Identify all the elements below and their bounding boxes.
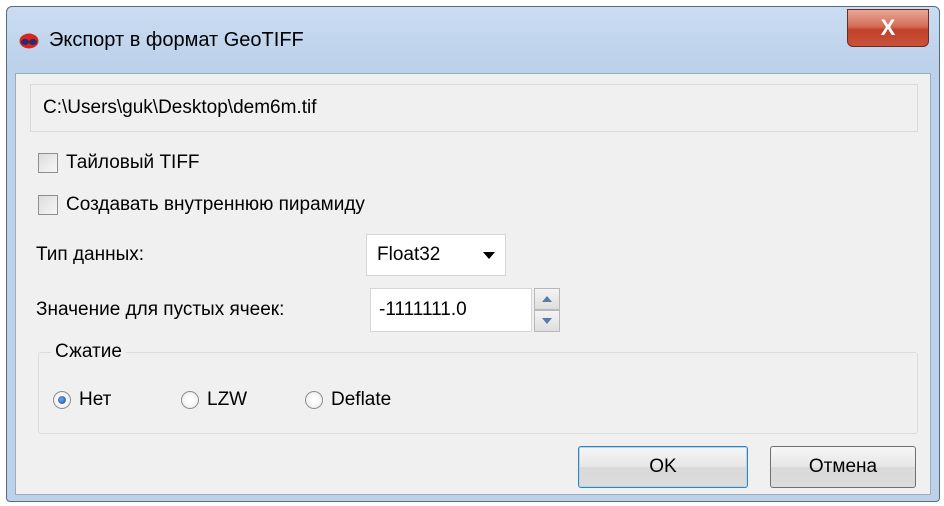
compression-radio-none[interactable]: [53, 391, 71, 409]
cancel-button[interactable]: Отмена: [770, 446, 916, 488]
compression-option-label: Deflate: [331, 389, 392, 410]
compression-radio-lzw[interactable]: [181, 391, 199, 409]
window-title: Экспорт в формат GeoTIFF: [49, 29, 304, 51]
compression-option-none[interactable]: Нет: [53, 389, 111, 411]
app-glasses-icon: [19, 33, 39, 49]
compression-group: Сжатие Нет LZW Deflate: [38, 341, 918, 434]
export-dialog: Экспорт в формат GeoTIFF X C:\Users\guk\…: [6, 6, 940, 502]
compression-option-label: LZW: [207, 389, 248, 410]
arrow-up-icon: [542, 296, 552, 302]
dialog-body: C:\Users\guk\Desktop\dem6m.tif Тайловый …: [15, 73, 931, 495]
compression-option-deflate[interactable]: Deflate: [305, 389, 391, 411]
internal-pyramid-checkbox[interactable]: [38, 195, 58, 215]
tiled-tiff-checkbox[interactable]: [38, 153, 58, 173]
compression-option-label: Нет: [79, 389, 112, 410]
chevron-down-icon: [483, 252, 495, 259]
compression-group-title: Сжатие: [51, 341, 126, 363]
title-bar[interactable]: Экспорт в формат GeoTIFF X: [7, 7, 939, 73]
data-type-select[interactable]: Float32: [366, 234, 506, 276]
ok-button[interactable]: OK: [578, 446, 748, 488]
file-path-field[interactable]: C:\Users\guk\Desktop\dem6m.tif: [30, 84, 918, 132]
close-button[interactable]: X: [847, 9, 929, 47]
internal-pyramid-option[interactable]: Создавать внутреннюю пирамиду: [38, 194, 365, 216]
data-type-label: Тип данных:: [36, 244, 145, 265]
data-type-value: Float32: [377, 244, 441, 265]
internal-pyramid-label: Создавать внутреннюю пирамиду: [66, 194, 365, 215]
stepper-down-button[interactable]: [534, 310, 560, 332]
arrow-down-icon: [542, 318, 552, 324]
tiled-tiff-option[interactable]: Тайловый TIFF: [38, 152, 200, 174]
compression-option-lzw[interactable]: LZW: [181, 389, 247, 411]
compression-radio-deflate[interactable]: [305, 391, 323, 409]
nodata-label: Значение для пустых ячеек:: [36, 299, 285, 320]
stepper-up-button[interactable]: [534, 288, 560, 310]
nodata-stepper[interactable]: [534, 288, 560, 332]
nodata-input[interactable]: -1111111.0: [370, 288, 532, 332]
tiled-tiff-label: Тайловый TIFF: [66, 152, 200, 173]
